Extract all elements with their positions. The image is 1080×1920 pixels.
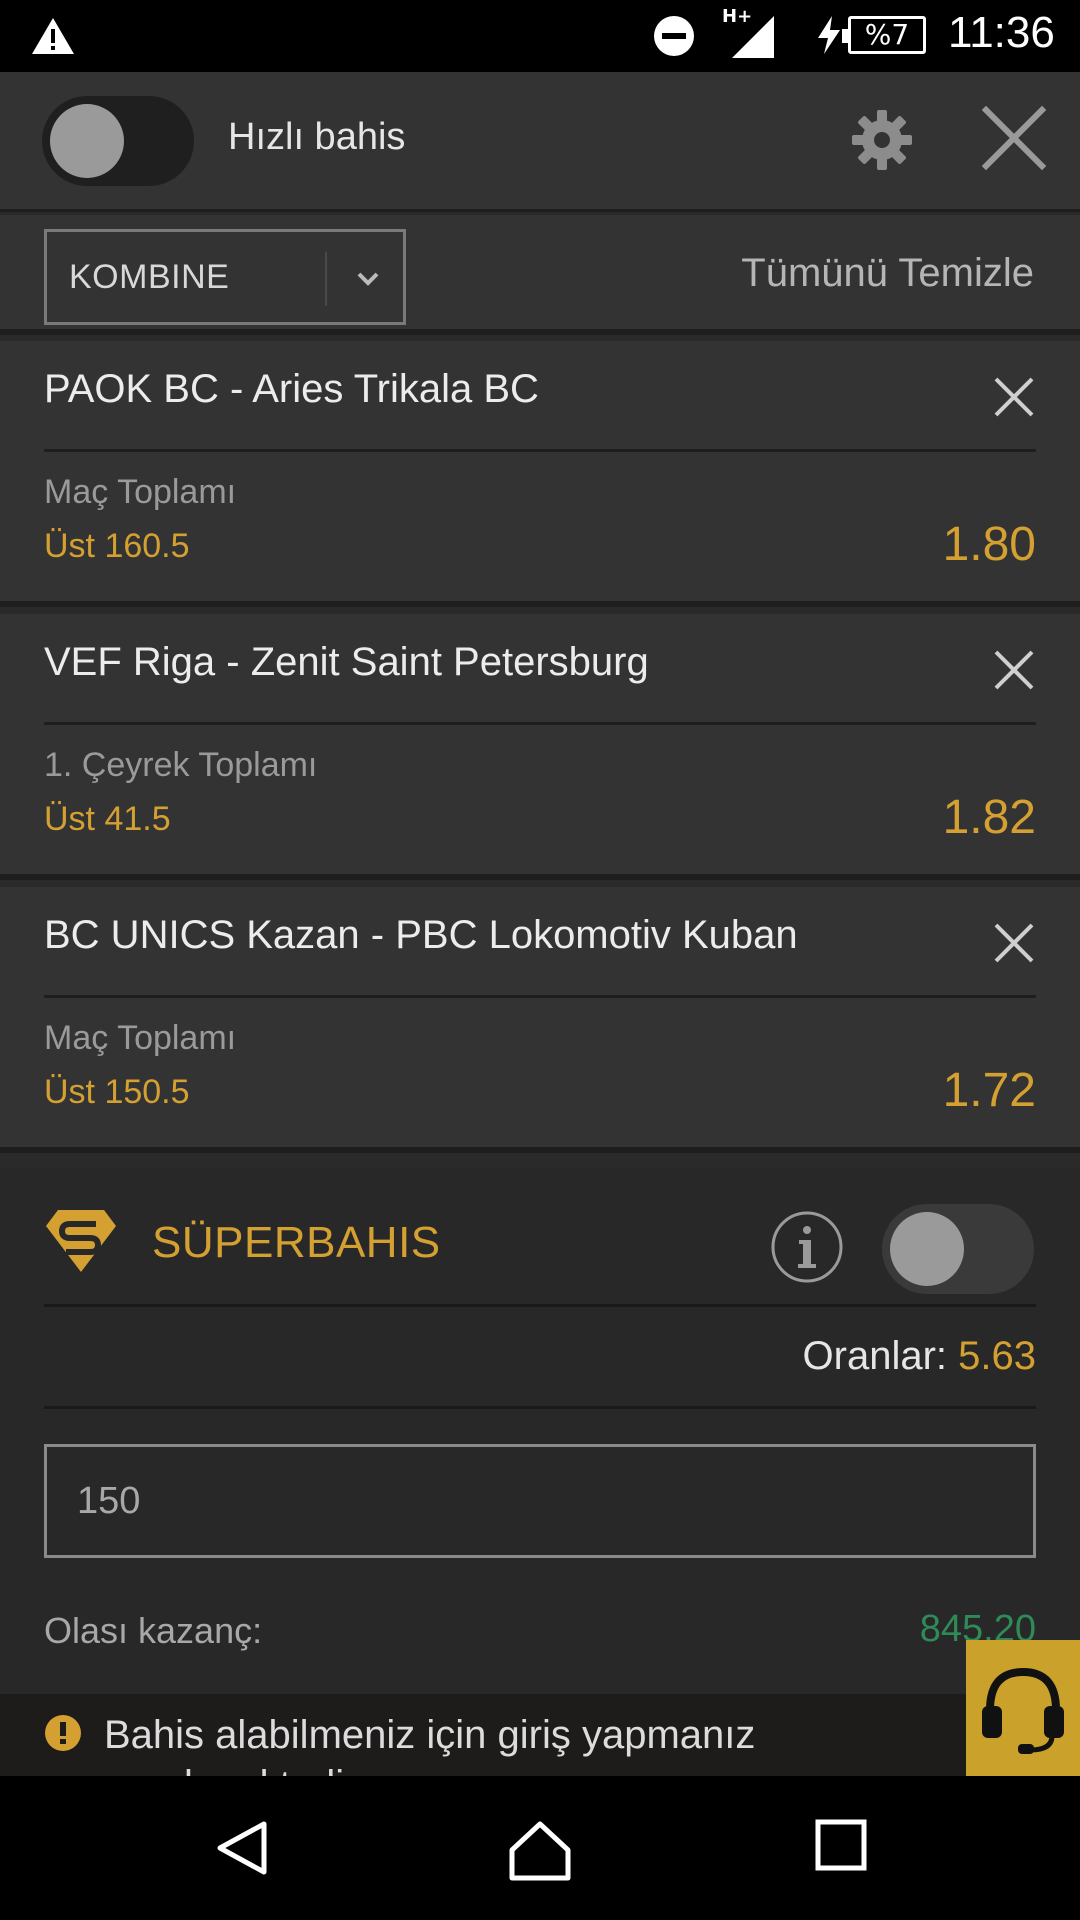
match-name: PAOK BC - Aries Trikala BC <box>44 367 539 411</box>
divider <box>44 1406 1036 1409</box>
stake-input[interactable]: 150 <box>44 1444 1036 1558</box>
toggle-knob <box>890 1212 964 1286</box>
market-name: Maç Toplamı <box>44 473 237 511</box>
select-divider <box>325 252 327 306</box>
bet-slip: Hızlı bahis KOMBINE Tümünü Temizle PAOK … <box>0 72 1080 1776</box>
bet-item: VEF Riga - Zenit Saint Petersburg 1. Çey… <box>0 614 1080 880</box>
superbet-logo-icon <box>46 1210 116 1272</box>
match-name: VEF Riga - Zenit Saint Petersburg <box>44 640 649 684</box>
gear-icon[interactable] <box>850 108 914 172</box>
bet-slip-toolbar: KOMBINE Tümünü Temizle <box>0 215 1080 335</box>
bet-divider <box>44 449 1036 452</box>
battery-icon: %7 <box>842 16 926 54</box>
market-name: Maç Toplamı <box>44 1019 237 1057</box>
info-icon[interactable] <box>770 1210 844 1284</box>
alert-icon <box>45 1715 81 1751</box>
total-odds: Oranlar: 5.63 <box>803 1334 1036 1379</box>
quick-bet-label: Hızlı bahis <box>228 116 406 158</box>
bet-item: PAOK BC - Aries Trikala BC Maç Toplamı Ü… <box>0 341 1080 607</box>
market-name: 1. Çeyrek Toplamı <box>44 746 318 784</box>
navigation-bar <box>0 1776 1080 1920</box>
battery-level: %7 <box>864 18 910 51</box>
match-name: BC UNICS Kazan - PBC Lokomotiv Kuban <box>44 913 798 957</box>
toggle-knob <box>50 104 124 178</box>
odds: 1.80 <box>942 518 1036 571</box>
clock: 11:36 <box>948 8 1055 57</box>
bet-type-value: KOMBINE <box>69 258 230 296</box>
bet-divider <box>44 995 1036 998</box>
selection: Üst 41.5 <box>44 800 171 838</box>
login-notice: Bahis alabilmeniz için giriş yapmanız ge… <box>0 1694 1080 1776</box>
login-notice-text: Bahis alabilmeniz için giriş yapmanız ge… <box>104 1713 756 1776</box>
bet-slip-header: Hızlı bahis <box>0 72 1080 212</box>
clear-all-button[interactable]: Tümünü Temizle <box>741 251 1034 296</box>
selection: Üst 160.5 <box>44 527 190 565</box>
close-icon[interactable] <box>980 104 1048 172</box>
support-button[interactable] <box>966 1640 1080 1776</box>
home-icon[interactable] <box>508 1818 572 1882</box>
remove-bet-icon[interactable] <box>992 921 1036 965</box>
recent-apps-icon[interactable] <box>814 1818 868 1872</box>
chevron-down-icon <box>357 272 379 286</box>
superbet-toggle[interactable] <box>882 1204 1034 1294</box>
remove-bet-icon[interactable] <box>992 648 1036 692</box>
charging-icon <box>818 16 840 54</box>
total-odds-label: Oranlar: <box>802 1334 948 1378</box>
warning-icon <box>32 18 74 54</box>
bet-type-select[interactable]: KOMBINE <box>44 229 406 325</box>
divider <box>44 1304 1036 1307</box>
quick-bet-toggle[interactable] <box>42 96 194 186</box>
bet-divider <box>44 722 1036 725</box>
odds: 1.72 <box>942 1064 1036 1117</box>
remove-bet-icon[interactable] <box>992 375 1036 419</box>
back-icon[interactable] <box>212 1818 272 1878</box>
superbet-title: SÜPERBAHIS <box>152 1218 441 1267</box>
superbet-panel: SÜPERBAHIS Oranlar: 5.63 150 Olası kazan… <box>0 1168 1080 1776</box>
total-odds-value: 5.63 <box>958 1334 1036 1378</box>
headset-icon <box>982 1667 1064 1754</box>
selection: Üst 150.5 <box>44 1073 190 1111</box>
potential-win-label: Olası kazanç: <box>44 1610 263 1651</box>
do-not-disturb-icon <box>654 16 694 56</box>
bet-item: BC UNICS Kazan - PBC Lokomotiv Kuban Maç… <box>0 887 1080 1153</box>
odds: 1.82 <box>942 791 1036 844</box>
status-bar: H+ %7 11:36 <box>0 0 1080 72</box>
